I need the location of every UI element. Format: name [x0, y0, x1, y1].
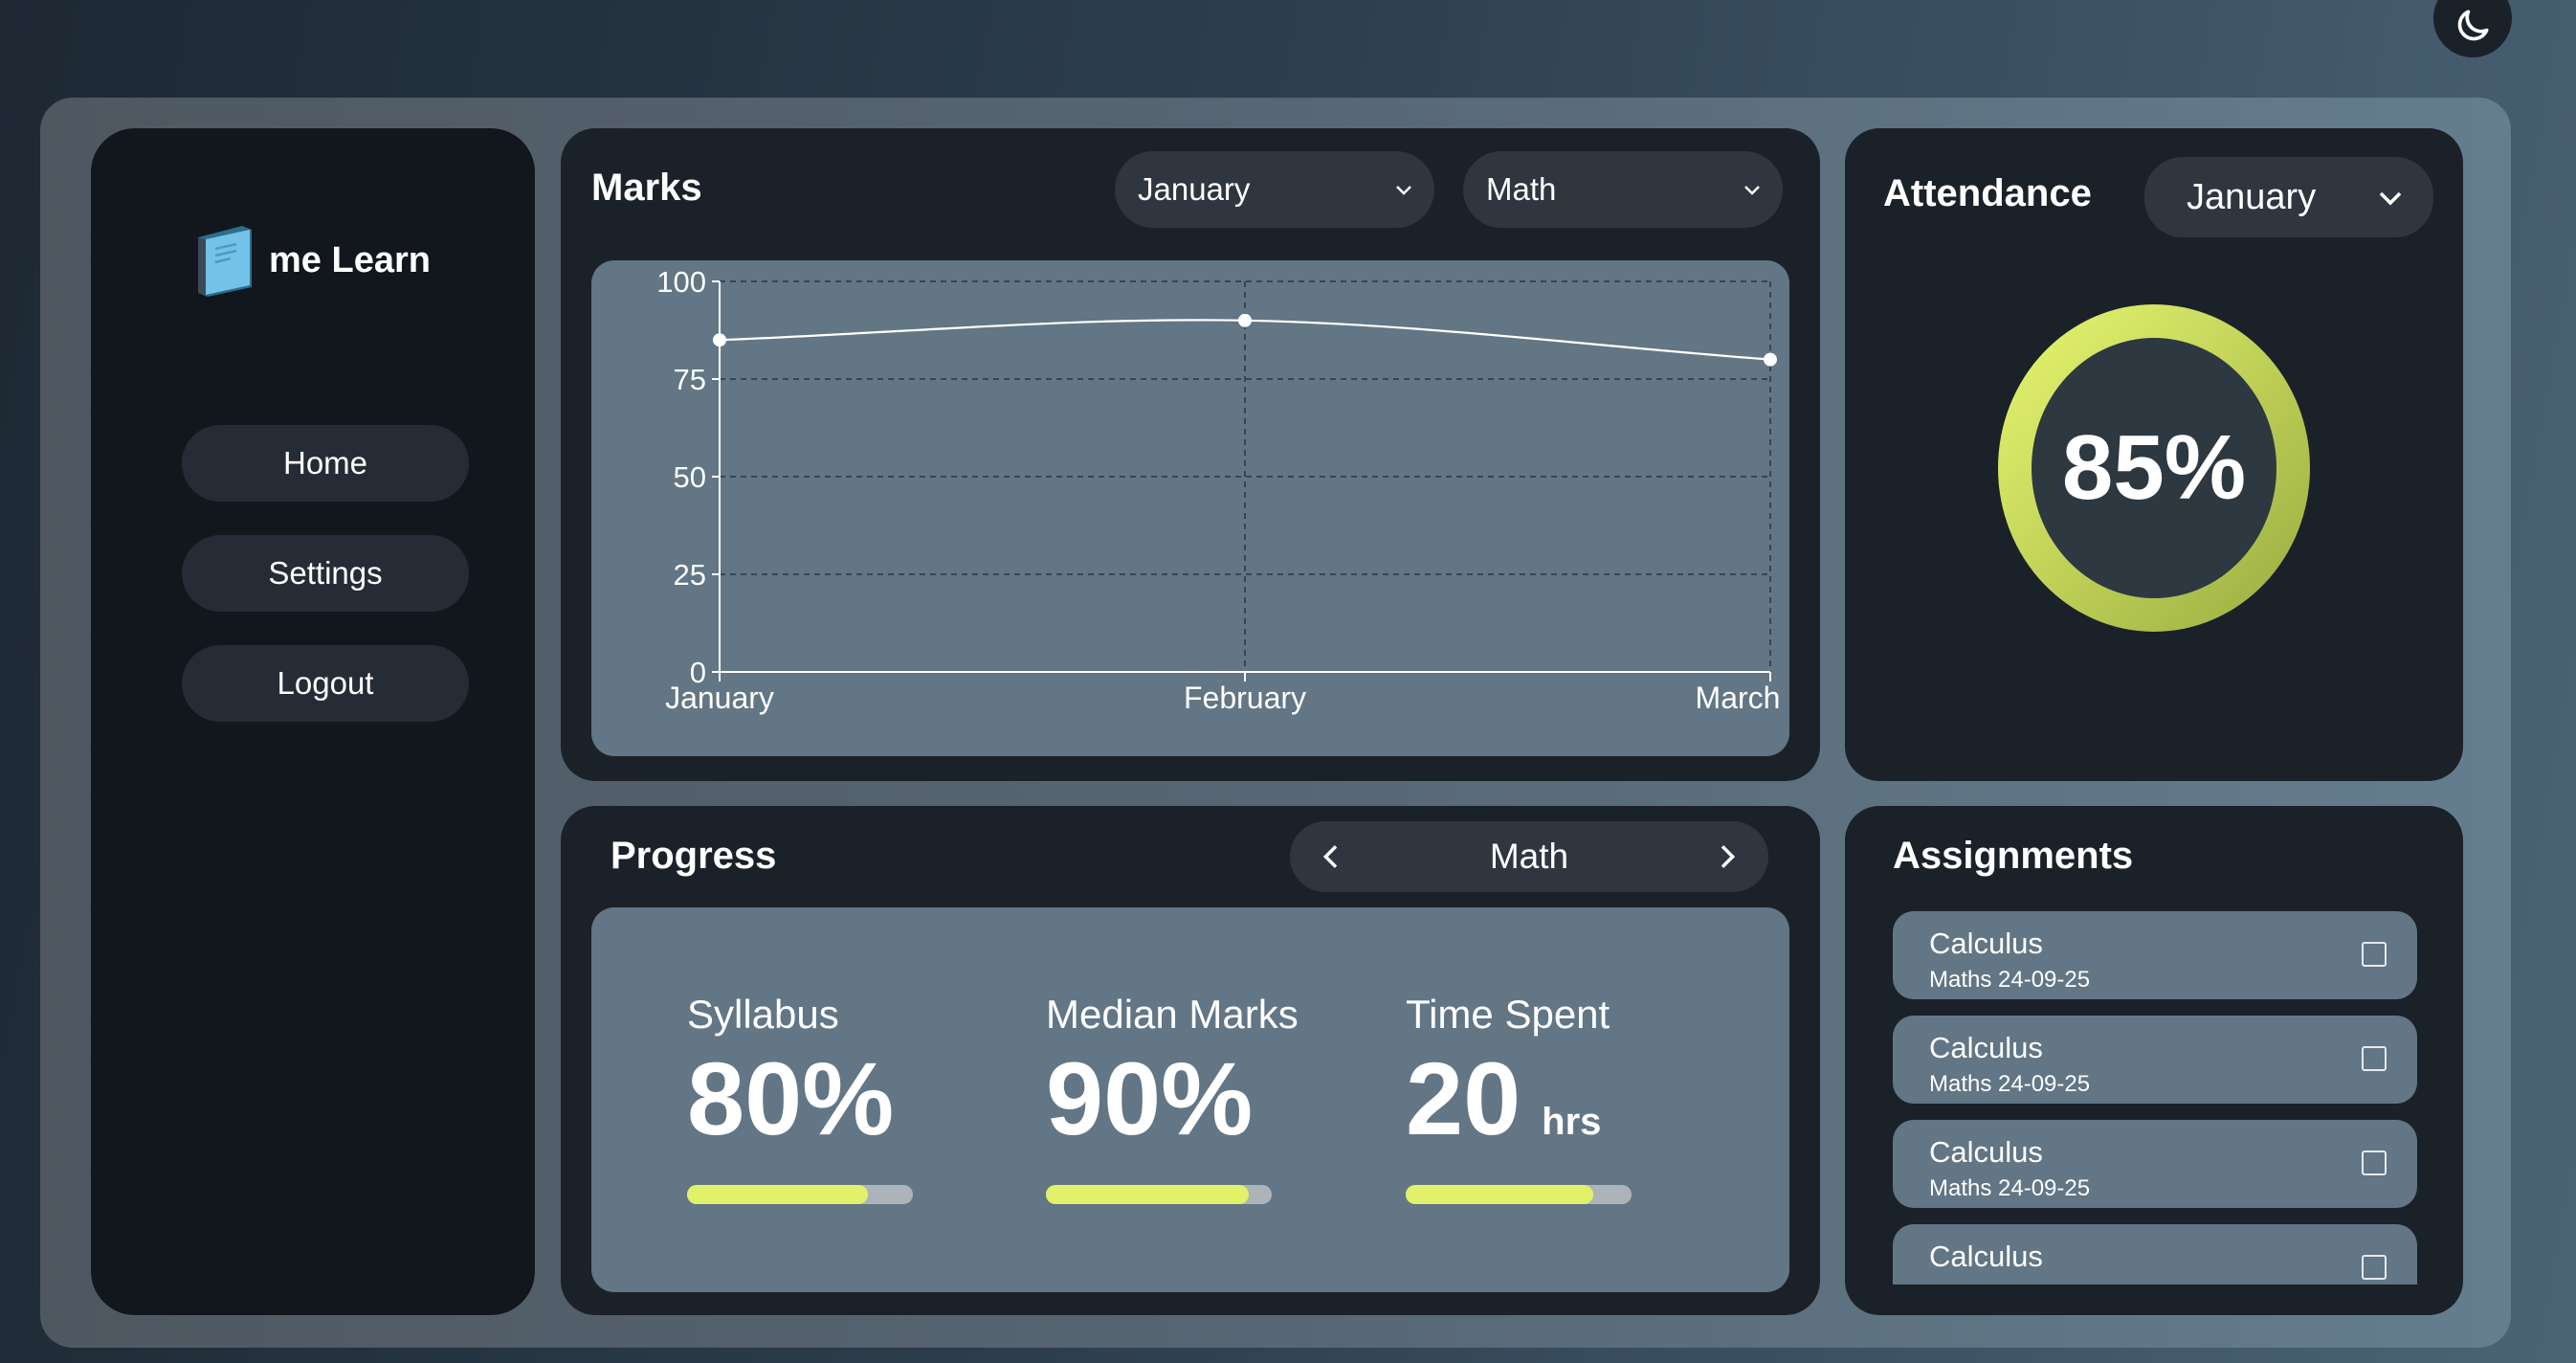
progress-card: Progress Math Syllabus 80% Median Marks … — [561, 806, 1820, 1315]
x-tick-label: February — [1184, 681, 1306, 715]
assignment-title: Calculus — [1929, 927, 2043, 960]
assignment-subtitle: Maths 24-09-25 — [1929, 967, 2091, 993]
attendance-title: Attendance — [1883, 172, 2092, 214]
y-tick-label: 25 — [674, 558, 706, 592]
assignment-title: Calculus — [1929, 1031, 2043, 1064]
assignments-card: Assignments Calculus Maths 24-09-25 Calc… — [1845, 806, 2463, 1315]
moon-icon — [2457, 10, 2489, 41]
assignment-item[interactable]: Calculus — [1893, 1224, 2417, 1285]
brand-name: me Learn — [269, 239, 431, 280]
chevron-right-icon[interactable] — [1711, 841, 1742, 872]
brand-logo: me Learn — [194, 224, 431, 297]
assignments-title: Assignments — [1893, 835, 2134, 877]
stat-label: Syllabus — [687, 992, 839, 1037]
progress-bar-fill — [1406, 1185, 1593, 1204]
stat-label: Median Marks — [1046, 992, 1299, 1037]
progress-stats-panel: Syllabus 80% Median Marks 90% Time Spent… — [591, 907, 1789, 1292]
marks-month-value: January — [1138, 171, 1251, 207]
nav-settings-button[interactable]: Settings — [182, 535, 469, 612]
marks-card: Marks January Math 0 25 50 75 100 January Febr… — [561, 128, 1820, 781]
nav-logout-button[interactable]: Logout — [182, 645, 469, 722]
assignment-title: Calculus — [1929, 1240, 2043, 1273]
assignment-checkbox[interactable] — [2362, 942, 2387, 967]
nav-home-button[interactable]: Home — [182, 425, 469, 502]
assignment-item[interactable]: Calculus Maths 24-09-25 — [1893, 1120, 2417, 1208]
stat-unit: hrs — [1542, 1101, 1602, 1143]
marks-subject-select[interactable]: Math — [1463, 151, 1783, 228]
chevron-down-icon — [1744, 186, 1760, 195]
sidebar: me Learn Home Settings Logout — [91, 128, 535, 1315]
y-tick-label: 100 — [656, 265, 706, 299]
data-point — [1764, 352, 1777, 367]
y-tick-label: 75 — [674, 363, 706, 396]
stat-value: 90% — [1046, 1040, 1254, 1156]
attendance-card: Attendance January 85% — [1845, 128, 2463, 781]
attendance-percent: 85% — [2061, 416, 2247, 519]
assignment-item[interactable]: Calculus Maths 24-09-25 — [1893, 911, 2417, 999]
median-marks-progress-bar — [1046, 1185, 1272, 1204]
chevron-down-icon — [2379, 191, 2402, 206]
data-point — [713, 333, 726, 347]
assignment-subtitle: Maths 24-09-25 — [1929, 1071, 2091, 1097]
stat-syllabus: Syllabus 80% — [687, 992, 894, 1151]
attendance-ring: 85% — [1998, 304, 2310, 632]
attendance-month-select[interactable]: January — [2144, 157, 2433, 237]
assignment-title: Calculus — [1929, 1135, 2043, 1169]
theme-toggle-button[interactable] — [2433, 0, 2512, 57]
assignment-subtitle: Maths 24-09-25 — [1929, 1175, 2091, 1201]
stat-time-spent: Time Spent 20 hrs — [1406, 992, 1610, 1151]
x-tick-label: March — [1696, 681, 1781, 715]
data-point — [1238, 313, 1252, 327]
stat-value: 20 hrs — [1406, 1040, 1602, 1156]
y-tick-label: 50 — [674, 460, 706, 494]
assignments-list[interactable]: Calculus Maths 24-09-25 Calculus Maths 2… — [1845, 909, 2463, 1285]
stat-label: Time Spent — [1406, 992, 1610, 1037]
marks-title: Marks — [591, 167, 702, 209]
stat-value: 80% — [687, 1040, 895, 1156]
time-spent-progress-bar — [1406, 1185, 1632, 1204]
marks-subject-value: Math — [1486, 171, 1557, 207]
attendance-month-value: January — [2187, 176, 2317, 217]
marks-chart-panel: 0 25 50 75 100 January February March — [591, 260, 1789, 756]
progress-subject-switcher: Math — [1290, 821, 1768, 892]
assignment-checkbox[interactable] — [2362, 1046, 2387, 1071]
assignment-item[interactable]: Calculus Maths 24-09-25 — [1893, 1016, 2417, 1104]
progress-bar-fill — [687, 1185, 868, 1204]
progress-subject-label: Math — [1489, 837, 1569, 876]
syllabus-progress-bar — [687, 1185, 913, 1204]
stat-median-marks: Median Marks 90% — [1046, 992, 1299, 1151]
x-tick-label: January — [665, 681, 774, 715]
book-icon — [198, 226, 252, 297]
assignment-checkbox[interactable] — [2362, 1255, 2387, 1280]
marks-line-chart: 0255075100January February March — [656, 265, 1781, 715]
progress-bar-fill — [1046, 1185, 1250, 1204]
progress-title: Progress — [611, 835, 777, 877]
chevron-down-icon — [1396, 186, 1411, 195]
marks-month-select[interactable]: January — [1115, 151, 1434, 228]
assignment-checkbox[interactable] — [2362, 1151, 2387, 1175]
